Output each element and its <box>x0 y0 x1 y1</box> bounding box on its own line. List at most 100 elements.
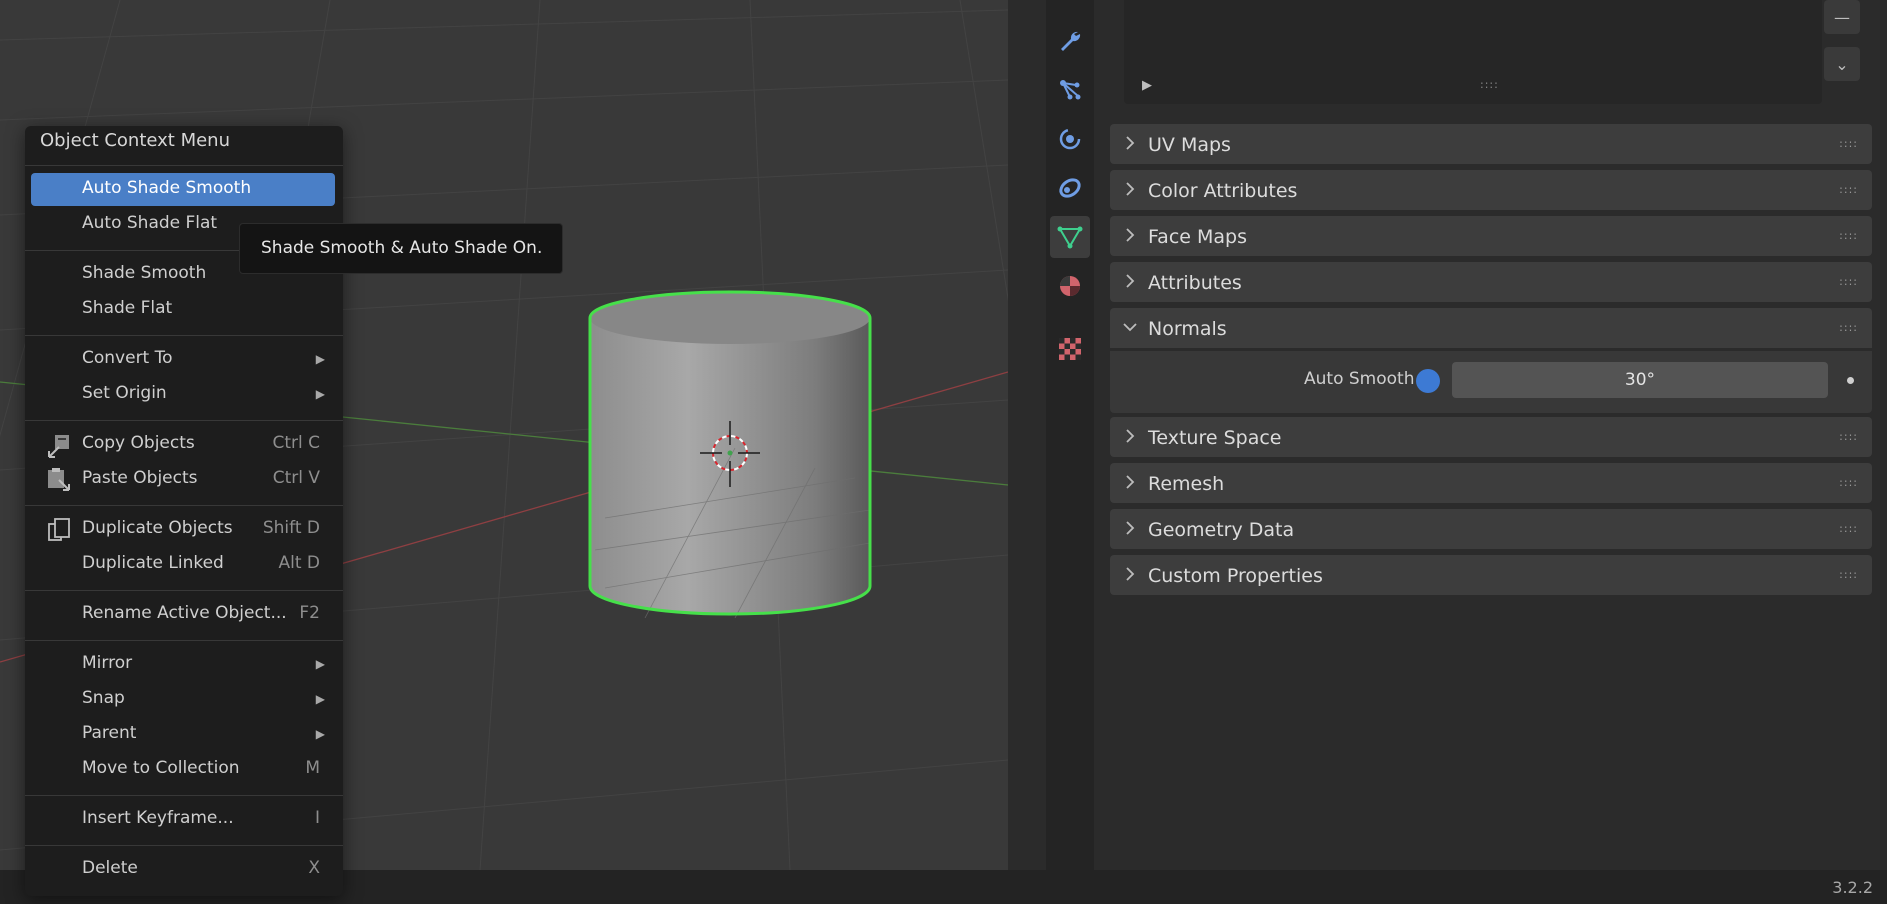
drag-grip-icon[interactable]: :::: <box>1839 568 1858 581</box>
expand-list-icon[interactable]: ▶ <box>1142 78 1152 93</box>
menu-item-duplicate-objects[interactable]: Duplicate Objects Shift D <box>31 513 335 546</box>
drag-grip-icon[interactable]: :::: <box>1839 229 1858 242</box>
drag-grip-icon[interactable]: :::: <box>1839 321 1858 334</box>
menu-item-shortcut: X <box>308 858 320 878</box>
particles-icon[interactable] <box>1050 69 1090 111</box>
menu-item-move-to-collection[interactable]: Move to Collection M <box>31 753 335 786</box>
panel-uv-maps[interactable]: UV Maps :::: <box>1110 124 1872 164</box>
tooltip-text: Shade Smooth & Auto Shade On. <box>261 238 543 258</box>
drag-grip-icon[interactable]: :::: <box>1839 183 1858 196</box>
drag-grip-icon[interactable]: :::: <box>1839 430 1858 443</box>
cylinder-object[interactable] <box>585 288 875 618</box>
menu-item-insert-keyframe[interactable]: Insert Keyframe... I <box>31 803 335 836</box>
normals-panel-body: Auto Smooth 30° <box>1110 351 1872 413</box>
attribute-list[interactable]: ▶ :::: <box>1124 0 1822 104</box>
menu-item-label: Set Origin <box>82 383 167 403</box>
panel-title: Color Attributes <box>1148 180 1298 202</box>
menu-item-duplicate-linked[interactable]: Duplicate Linked Alt D <box>31 548 335 581</box>
panel-attributes[interactable]: Attributes :::: <box>1110 262 1872 302</box>
menu-item-auto-shade-smooth[interactable]: Auto Shade Smooth <box>31 173 335 206</box>
drag-grip-icon[interactable]: :::: <box>1839 137 1858 150</box>
drag-grip-icon[interactable]: :::: <box>1839 275 1858 288</box>
chevron-right-icon <box>1126 429 1135 443</box>
chevron-right-icon <box>1126 521 1135 535</box>
menu-item-label: Shade Smooth <box>82 263 207 283</box>
menu-item-copy-objects[interactable]: Copy Objects Ctrl C <box>31 428 335 461</box>
menu-item-label: Auto Shade Flat <box>82 213 218 233</box>
menu-item-delete[interactable]: Delete X <box>31 853 335 886</box>
menu-item-shortcut: Ctrl C <box>272 433 320 453</box>
menu-item-shortcut: Alt D <box>278 553 320 573</box>
list-specials-dropdown[interactable]: ⌄ <box>1824 47 1860 81</box>
menu-item-convert-to[interactable]: Convert To ▶ <box>31 343 335 376</box>
menu-item-label: Parent <box>82 723 137 743</box>
submenu-arrow-icon: ▶ <box>315 387 325 401</box>
chevron-right-icon <box>1126 136 1135 150</box>
drag-grip-icon[interactable]: :::: <box>1839 476 1858 489</box>
panel-title: UV Maps <box>1148 134 1231 156</box>
submenu-arrow-icon: ▶ <box>315 352 325 366</box>
menu-item-shortcut: Ctrl V <box>272 468 320 488</box>
panel-remesh[interactable]: Remesh :::: <box>1110 463 1872 503</box>
menu-item-mirror[interactable]: Mirror ▶ <box>31 648 335 681</box>
paste-icon <box>48 468 70 491</box>
menu-item-shortcut: F2 <box>299 603 320 623</box>
menu-item-label: Copy Objects <box>82 433 195 453</box>
menu-separator <box>25 420 343 421</box>
properties-tabs <box>1046 0 1094 870</box>
panel-custom-properties[interactable]: Custom Properties :::: <box>1110 555 1872 595</box>
drag-grip-icon[interactable]: :::: <box>1839 522 1858 535</box>
menu-item-label: Move to Collection <box>82 758 240 778</box>
menu-item-snap[interactable]: Snap ▶ <box>31 683 335 716</box>
tool-tab-icon[interactable] <box>1050 0 1090 12</box>
menu-item-rename-active-object[interactable]: Rename Active Object... F2 <box>31 598 335 631</box>
area-divider[interactable] <box>1008 0 1046 870</box>
panel-color-attributes[interactable]: Color Attributes :::: <box>1110 170 1872 210</box>
list-resize-grip[interactable]: :::: <box>1480 78 1499 91</box>
panel-title: Attributes <box>1148 272 1242 294</box>
chevron-right-icon <box>1126 228 1135 242</box>
panel-title: Remesh <box>1148 473 1225 495</box>
panel-geometry-data[interactable]: Geometry Data :::: <box>1110 509 1872 549</box>
menu-separator <box>25 335 343 336</box>
menu-item-label: Insert Keyframe... <box>82 808 234 828</box>
material-icon[interactable] <box>1050 265 1090 307</box>
submenu-arrow-icon: ▶ <box>315 727 325 741</box>
auto-smooth-checkbox[interactable] <box>1416 369 1440 393</box>
menu-item-shortcut: I <box>314 808 320 828</box>
menu-item-parent[interactable]: Parent ▶ <box>31 718 335 751</box>
menu-item-set-origin[interactable]: Set Origin ▶ <box>31 378 335 411</box>
modifier-wrench-icon[interactable] <box>1050 20 1090 62</box>
version-label: 3.2.2 <box>1832 878 1873 897</box>
menu-item-label: Duplicate Objects <box>82 518 233 538</box>
auto-smooth-angle-field[interactable]: 30° <box>1452 362 1828 398</box>
chevron-right-icon <box>1126 182 1135 196</box>
menu-item-label: Rename Active Object... <box>82 603 287 623</box>
menu-item-label: Paste Objects <box>82 468 198 488</box>
copy-icon <box>48 435 69 458</box>
menu-item-shade-flat[interactable]: Shade Flat <box>31 293 335 326</box>
panel-title: Normals <box>1148 318 1227 340</box>
menu-item-label: Shade Flat <box>82 298 173 318</box>
menu-item-shortcut: Shift D <box>262 518 320 538</box>
menu-separator <box>25 505 343 506</box>
panel-normals[interactable]: Normals :::: <box>1110 308 1872 348</box>
menu-item-label: Duplicate Linked <box>82 553 224 573</box>
panel-texture-space[interactable]: Texture Space :::: <box>1110 417 1872 457</box>
menu-item-label: Auto Shade Smooth <box>82 178 252 198</box>
menu-title: Object Context Menu <box>40 130 231 151</box>
texture-checker-icon[interactable] <box>1050 328 1090 370</box>
menu-item-label: Delete <box>82 858 138 878</box>
auto-smooth-label: Auto Smooth <box>1304 369 1415 389</box>
object-data-mesh-icon[interactable] <box>1050 216 1090 258</box>
physics-icon[interactable] <box>1050 118 1090 160</box>
remove-item-button[interactable]: — <box>1824 0 1860 34</box>
submenu-arrow-icon: ▶ <box>315 692 325 706</box>
tooltip: Shade Smooth & Auto Shade On. <box>239 223 563 274</box>
menu-item-shortcut: M <box>305 758 320 778</box>
constraints-icon[interactable] <box>1050 167 1090 209</box>
panel-face-maps[interactable]: Face Maps :::: <box>1110 216 1872 256</box>
menu-item-paste-objects[interactable]: Paste Objects Ctrl V <box>31 463 335 496</box>
animate-property-icon[interactable] <box>1847 377 1854 384</box>
menu-separator <box>25 845 343 846</box>
